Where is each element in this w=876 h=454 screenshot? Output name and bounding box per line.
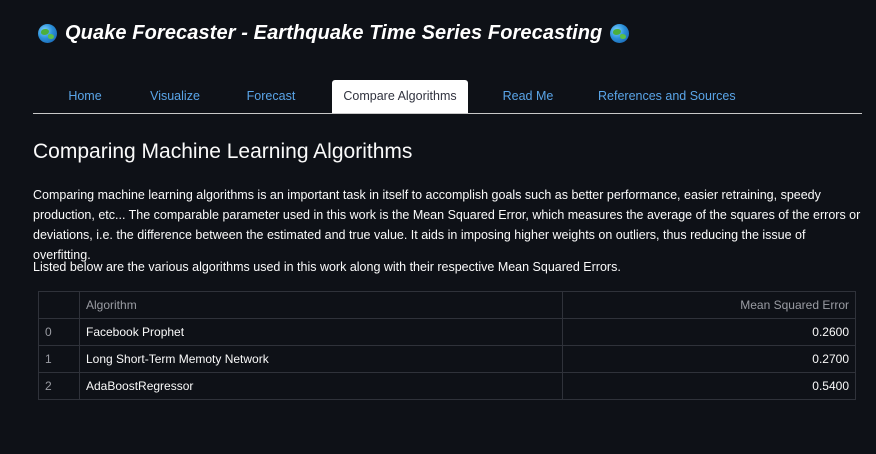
column-header-mse[interactable]: Mean Squared Error — [562, 291, 856, 319]
row-mse: 0.2700 — [562, 345, 856, 373]
algorithm-mse-table: Algorithm Mean Squared Error 0 Facebook … — [38, 291, 856, 400]
column-header-algorithm[interactable]: Algorithm — [79, 291, 563, 319]
row-index: 1 — [38, 345, 80, 373]
row-mse: 0.2600 — [562, 318, 856, 346]
app-header: Quake Forecaster - Earthquake Time Serie… — [38, 18, 630, 48]
tab-read-me[interactable]: Read Me — [500, 80, 556, 113]
tab-bar: Home Visualize Forecast Compare Algorith… — [33, 80, 862, 114]
column-header-index[interactable] — [38, 291, 80, 319]
globe-icon — [38, 23, 57, 43]
tab-visualize[interactable]: Visualize — [146, 80, 204, 113]
row-index: 2 — [38, 372, 80, 400]
table-row: 2 AdaBoostRegressor 0.5400 — [38, 372, 856, 400]
intro-paragraph: Comparing machine learning algorithms is… — [33, 188, 861, 262]
app-root: Quake Forecaster - Earthquake Time Serie… — [0, 0, 876, 454]
tab-forecast[interactable]: Forecast — [242, 80, 300, 113]
list-intro-paragraph: Listed below are the various algorithms … — [33, 260, 621, 274]
row-mse: 0.5400 — [562, 372, 856, 400]
tab-home[interactable]: Home — [63, 80, 107, 113]
row-index: 0 — [38, 318, 80, 346]
row-algorithm: Facebook Prophet — [79, 318, 563, 346]
table-row: 1 Long Short-Term Memoty Network 0.2700 — [38, 345, 856, 373]
app-title: Quake Forecaster - Earthquake Time Serie… — [65, 21, 603, 44]
row-algorithm: AdaBoostRegressor — [79, 372, 563, 400]
tab-references-and-sources[interactable]: References and Sources — [598, 80, 736, 113]
table-header-row: Algorithm Mean Squared Error — [38, 291, 856, 319]
page-title: Comparing Machine Learning Algorithms — [33, 140, 413, 163]
globe-icon — [610, 23, 630, 43]
tab-compare-algorithms[interactable]: Compare Algorithms — [332, 80, 468, 113]
table-row: 0 Facebook Prophet 0.2600 — [38, 318, 856, 346]
row-algorithm: Long Short-Term Memoty Network — [79, 345, 563, 373]
